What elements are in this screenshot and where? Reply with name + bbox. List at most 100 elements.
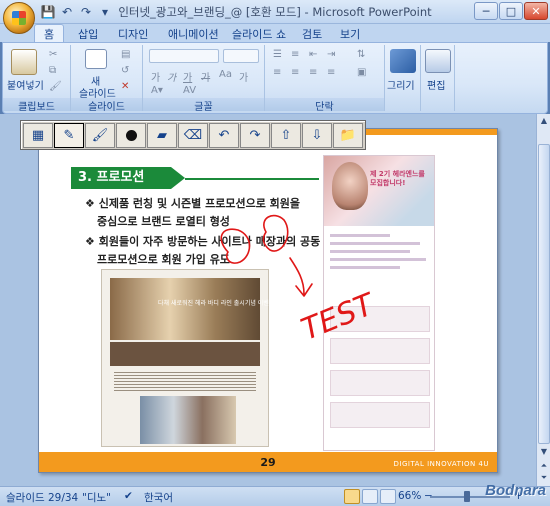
shot-banner-text: 다채 새로워진 헤라 바디 라인 출시기념 이벤트 [158,300,275,307]
bullet-2-line-1: ❖ 회원들이 자주 방문하는 사이트나 매장과의 공동 [85,235,321,248]
folder-icon[interactable]: 📁 [333,123,363,148]
undo-arrow-icon[interactable]: ↶ [209,123,239,148]
drawing-button[interactable]: 그리기 [387,77,415,92]
numbering-icon[interactable]: ≡ [291,49,299,60]
poster-text-line [330,266,400,269]
tab-animations[interactable]: 애니메이션 [168,26,219,42]
promo-poster-image: 제 2기 헤라엔느를 모집합니다! [323,155,435,451]
website-screenshot-image: 다채 새로워진 헤라 바디 라인 출시기념 이벤트 [101,269,274,447]
copy-icon[interactable]: ⧉ [49,65,56,76]
indent-icon[interactable]: ⇤ [309,49,317,60]
tab-design[interactable]: 디자인 [118,26,148,42]
align-center-icon[interactable]: ≡ [291,67,299,78]
slideshow-view-icon[interactable] [380,489,396,504]
format-painter-icon[interactable]: 🖌 [49,81,62,92]
zoom-level[interactable]: 66% [398,490,421,502]
font-size-box[interactable] [223,49,259,63]
slide-canvas[interactable]: 3. 프로모션 ❖ 신제품 런칭 및 시즌별 프로모션으로 회원을 중심으로 브… [38,128,498,473]
paste-icon[interactable] [11,49,37,75]
office-button[interactable] [3,2,35,34]
poster-product-row [330,402,430,428]
editing-button[interactable]: 편집 [427,77,445,92]
align-right-icon[interactable]: ≡ [309,67,317,78]
ribbon-tabs: 홈 삽입 디자인 애니메이션 슬라이드 쇼 검토 보기 [0,24,550,42]
char-spacing-icon[interactable]: AV [183,85,196,96]
paste-button[interactable]: 붙여넣기 [7,77,44,92]
tab-view[interactable]: 보기 [340,26,360,42]
underline-button[interactable]: 가 [183,69,192,84]
pen-toolbar: ▦ ✎ 🖌 ▰ ⌫ ↶ ↷ ⇧ ⇩ 📁 [20,120,366,150]
bullets-icon[interactable]: ☰ [273,49,282,60]
smartart-icon[interactable]: ▣ [357,67,366,78]
clear-format-button[interactable]: 가 [239,69,248,84]
outdent-icon[interactable]: ⇥ [327,49,335,60]
justify-icon[interactable]: ≡ [327,67,335,78]
font-name-box[interactable] [149,49,219,63]
reset-icon[interactable]: ↺ [121,65,129,76]
spelling-icon[interactable]: ✔ [124,490,133,502]
maximize-button[interactable]: □ [499,2,523,20]
office-logo-icon [12,11,26,25]
dot-glyph [125,130,137,141]
tab-home[interactable]: 홈 [34,24,65,42]
font-group-label: 글꼴 [143,98,264,113]
paragraph-group: ☰ ≡ ⇤ ⇥ ≡ ≡ ≡ ≡ ⇅ ▣ 단락 [265,45,385,113]
slide-sorter-view-icon[interactable] [362,489,378,504]
window-controls: ─ □ ✕ [474,2,548,20]
cut-icon[interactable]: ✂ [49,49,57,60]
tab-review[interactable]: 검토 [302,26,322,42]
tab-insert[interactable]: 삽입 [78,26,98,42]
slides-group: 새 슬라이드 ▤ ↺ ✕ 슬라이드 [71,45,143,113]
bold-button[interactable]: 가 [151,69,160,84]
poster-product-row [330,338,430,364]
poster-text-line [330,250,410,253]
scroll-up-icon[interactable]: ▲ [538,115,550,127]
brush-tool-icon[interactable]: 🖌 [85,123,115,148]
align-left-icon[interactable]: ≡ [273,67,281,78]
theme-name: "디노" [82,492,111,504]
delete-slide-icon[interactable]: ✕ [121,81,129,92]
shot-product-strip [110,342,260,366]
italic-button[interactable]: 가 [167,69,176,84]
zoom-slider-thumb[interactable] [464,491,470,502]
slide-sorter-tool-icon[interactable]: ▦ [23,123,53,148]
binoculars-icon[interactable] [425,49,451,73]
new-slide-icon[interactable] [85,49,107,69]
page-down-icon[interactable]: ⇩ [302,123,332,148]
vertical-scrollbar[interactable]: ▲ ▼ ⏶ ⏷ [536,114,550,486]
paragraph-group-label: 단락 [265,98,384,113]
shot-body-text [114,370,256,392]
shapes-icon[interactable] [390,49,416,73]
bullet-1-line-2: 중심으로 브랜드 로열티 형성 [97,215,230,228]
window-title: 인터넷_광고와_브랜딩_@ [호환 모드] - Microsoft PowerP… [118,5,432,19]
language-indicator[interactable]: 한국어 [144,490,173,505]
close-button[interactable]: ✕ [524,2,548,20]
poster-model [332,162,368,210]
tab-slideshow[interactable]: 슬라이드 쇼 [232,26,286,42]
change-case-button[interactable]: Aa [219,69,232,80]
strike-button[interactable]: 가 [201,69,210,84]
minimize-button[interactable]: ─ [474,2,498,20]
pen-tool-icon[interactable]: ✎ [54,123,84,148]
layout-icon[interactable]: ▤ [121,49,130,60]
slide-footer-band: 29 DIGITAL INNOVATION 4U [39,452,497,472]
highlighter-tool-icon[interactable]: ▰ [147,123,177,148]
scroll-thumb[interactable] [538,144,550,444]
watermark-logo: Bodnara [485,482,546,499]
normal-view-icon[interactable] [344,489,360,504]
prev-slide-icon[interactable]: ⏶ [538,460,550,472]
font-color-icon[interactable]: A▾ [151,85,163,96]
eraser-tool-icon[interactable]: ⌫ [178,123,208,148]
shot-photo [140,396,236,444]
title-bar: 💾 ↶ ↷ ▾ 인터넷_광고와_브랜딩_@ [호환 모드] - Microsof… [0,0,550,24]
poster-text-line [330,234,390,237]
page-up-icon[interactable]: ⇧ [271,123,301,148]
redo-arrow-icon[interactable]: ↷ [240,123,270,148]
scroll-down-icon[interactable]: ▼ [538,446,550,458]
slides-group-label: 슬라이드 [71,98,142,113]
poster-text-line [330,258,426,261]
text-direction-icon[interactable]: ⇅ [357,49,365,60]
dot-tool-icon[interactable] [116,123,146,148]
shot-banner: 다채 새로워진 헤라 바디 라인 출시기념 이벤트 [110,278,274,340]
bullet-2-line-2: 프로모션으로 회원 가입 유도 [97,253,230,266]
